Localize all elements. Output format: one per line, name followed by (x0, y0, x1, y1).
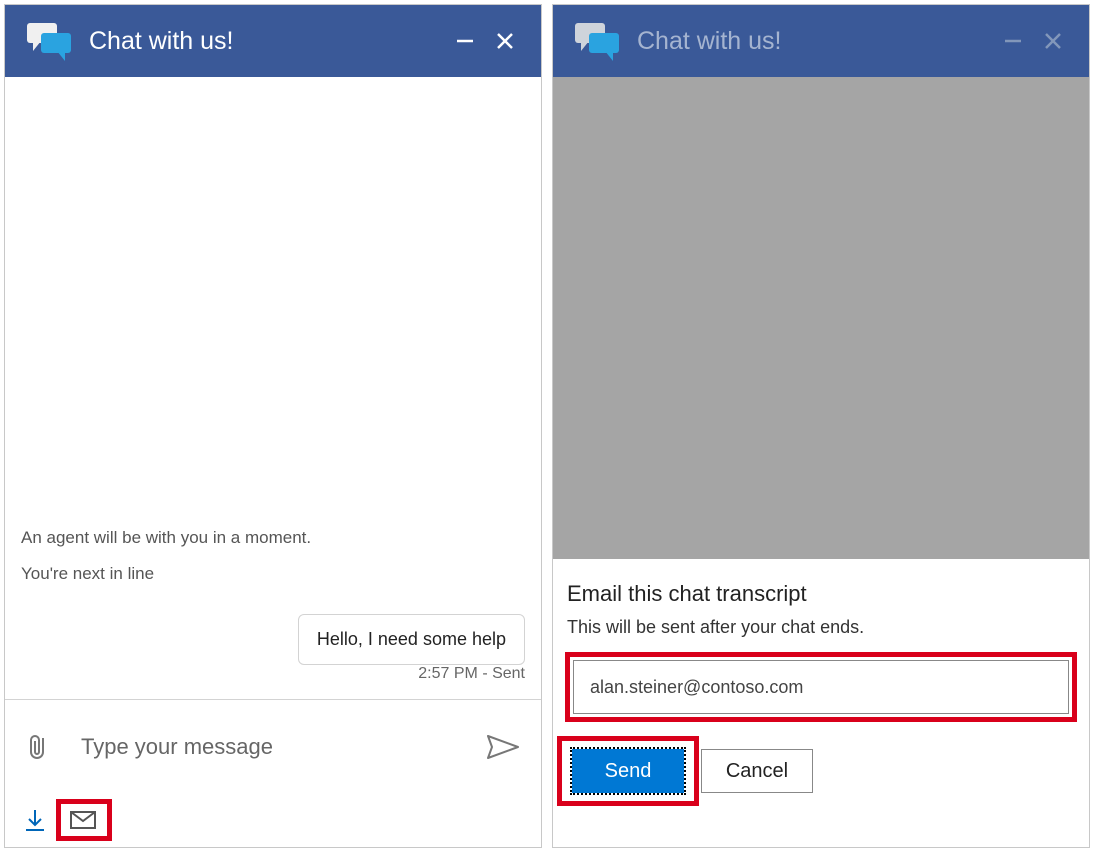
attachment-icon[interactable] (25, 732, 53, 762)
message-input[interactable]: Type your message (81, 734, 485, 760)
chat-window-left: Chat with us! An agent will be with you … (4, 4, 542, 848)
cancel-button[interactable]: Cancel (701, 749, 813, 793)
chat-window-right: Chat with us! An agent will be with you … (552, 4, 1090, 848)
chat-icon (575, 21, 619, 61)
send-icon[interactable] (485, 734, 521, 760)
chat-header: Chat with us! (553, 5, 1089, 77)
message-input-area: Type your message (5, 699, 541, 793)
chat-title: Chat with us! (89, 27, 445, 56)
minimize-button[interactable] (993, 21, 1033, 61)
chat-body: An agent will be with you in a moment. Y… (5, 77, 541, 699)
user-message-bubble: Hello, I need some help (298, 614, 525, 665)
chat-title: Chat with us! (637, 27, 993, 56)
dialog-heading: Email this chat transcript (567, 581, 1075, 607)
email-transcript-dialog: Email this chat transcript This will be … (553, 559, 1089, 847)
download-transcript-button[interactable] (21, 806, 49, 834)
dialog-subtext: This will be sent after your chat ends. (567, 617, 1075, 638)
cancel-button-label: Cancel (726, 760, 788, 782)
highlight-send-button (557, 736, 699, 806)
chat-header: Chat with us! (5, 5, 541, 77)
status-line-1: An agent will be with you in a moment. (21, 528, 525, 548)
close-button[interactable] (485, 21, 525, 61)
user-message-meta: 2:57 PM - Sent (21, 665, 525, 683)
status-line-2: You're next in line (21, 564, 525, 584)
chat-icon (27, 21, 71, 61)
close-button[interactable] (1033, 21, 1073, 61)
highlight-email-input (565, 652, 1077, 722)
highlight-email-button (56, 799, 112, 841)
minimize-button[interactable] (445, 21, 485, 61)
